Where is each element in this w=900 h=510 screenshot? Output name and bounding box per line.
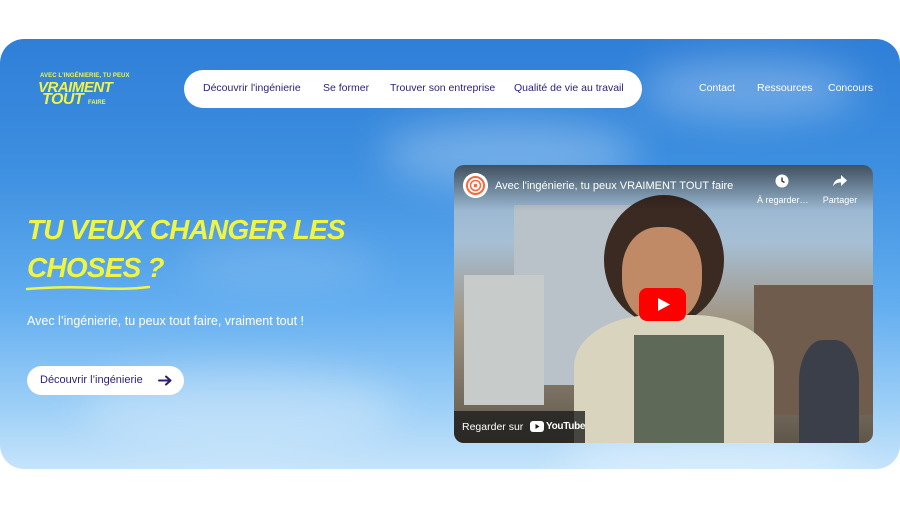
- cloud: [640, 59, 860, 119]
- nav-item-trouver-entreprise[interactable]: Trouver son entreprise: [390, 82, 495, 94]
- arrow-right-icon: [158, 375, 172, 386]
- video-person: [634, 335, 724, 443]
- nav-item-se-former[interactable]: Se former: [323, 82, 369, 94]
- main-nav: Découvrir l'ingénierie Se former Trouver…: [184, 70, 642, 108]
- play-button-icon[interactable]: [639, 288, 686, 321]
- share-arrow-icon: [833, 175, 847, 187]
- site-logo[interactable]: AVEC L'INGÉNIERIE, TU PEUX VRAIMENT TOUT…: [38, 73, 133, 111]
- logo-word-tout: TOUT: [42, 91, 84, 108]
- headline-underlined-word: CHOSES: [25, 249, 151, 291]
- share-label: Partager: [822, 195, 858, 205]
- clock-icon: [775, 174, 789, 188]
- nav-item-decouvrir[interactable]: Découvrir l'ingénierie: [203, 82, 301, 94]
- headline-underline-stroke: [25, 285, 151, 291]
- nav-item-ressources[interactable]: Ressources: [757, 82, 812, 94]
- video-person: [799, 340, 859, 443]
- logo-word-faire: FAIRE: [88, 100, 106, 106]
- share-button[interactable]: Partager: [815, 174, 865, 205]
- nav-item-concours[interactable]: Concours: [828, 82, 873, 94]
- watch-later-button[interactable]: À regarder…: [757, 174, 809, 205]
- watch-on-label: Regarder sur: [462, 421, 524, 433]
- nav-item-contact[interactable]: Contact: [699, 82, 735, 94]
- headline-line-1: TU VEUX CHANGER LES: [27, 214, 346, 245]
- hero-section: AVEC L'INGÉNIERIE, TU PEUX VRAIMENT TOUT…: [0, 39, 900, 469]
- hero-subtitle: Avec l’ingénierie, tu peux tout faire, v…: [27, 314, 305, 328]
- hero-headline: TU VEUX CHANGER LES CHOSES ?: [25, 211, 397, 291]
- youtube-wordmark: YouTube: [546, 421, 586, 432]
- headline-question-mark: ?: [140, 252, 164, 283]
- youtube-logo-icon: [530, 421, 544, 432]
- headline-word-choses: CHOSES: [27, 252, 141, 283]
- nav-item-qualite-vie[interactable]: Qualité de vie au travail: [514, 82, 624, 94]
- video-title[interactable]: Avec l'ingénierie, tu peux VRAIMENT TOUT…: [495, 180, 733, 192]
- watch-later-label: À regarder…: [757, 195, 809, 205]
- watch-on-youtube-button[interactable]: Regarder sur YouTube: [454, 411, 586, 443]
- channel-logo-icon[interactable]: [463, 173, 488, 198]
- video-building: [464, 275, 544, 405]
- youtube-video-embed[interactable]: Avec l'ingénierie, tu peux VRAIMENT TOUT…: [454, 165, 873, 443]
- discover-engineering-button[interactable]: Découvrir l’ingénierie: [27, 366, 184, 395]
- cta-label: Découvrir l’ingénierie: [40, 374, 143, 386]
